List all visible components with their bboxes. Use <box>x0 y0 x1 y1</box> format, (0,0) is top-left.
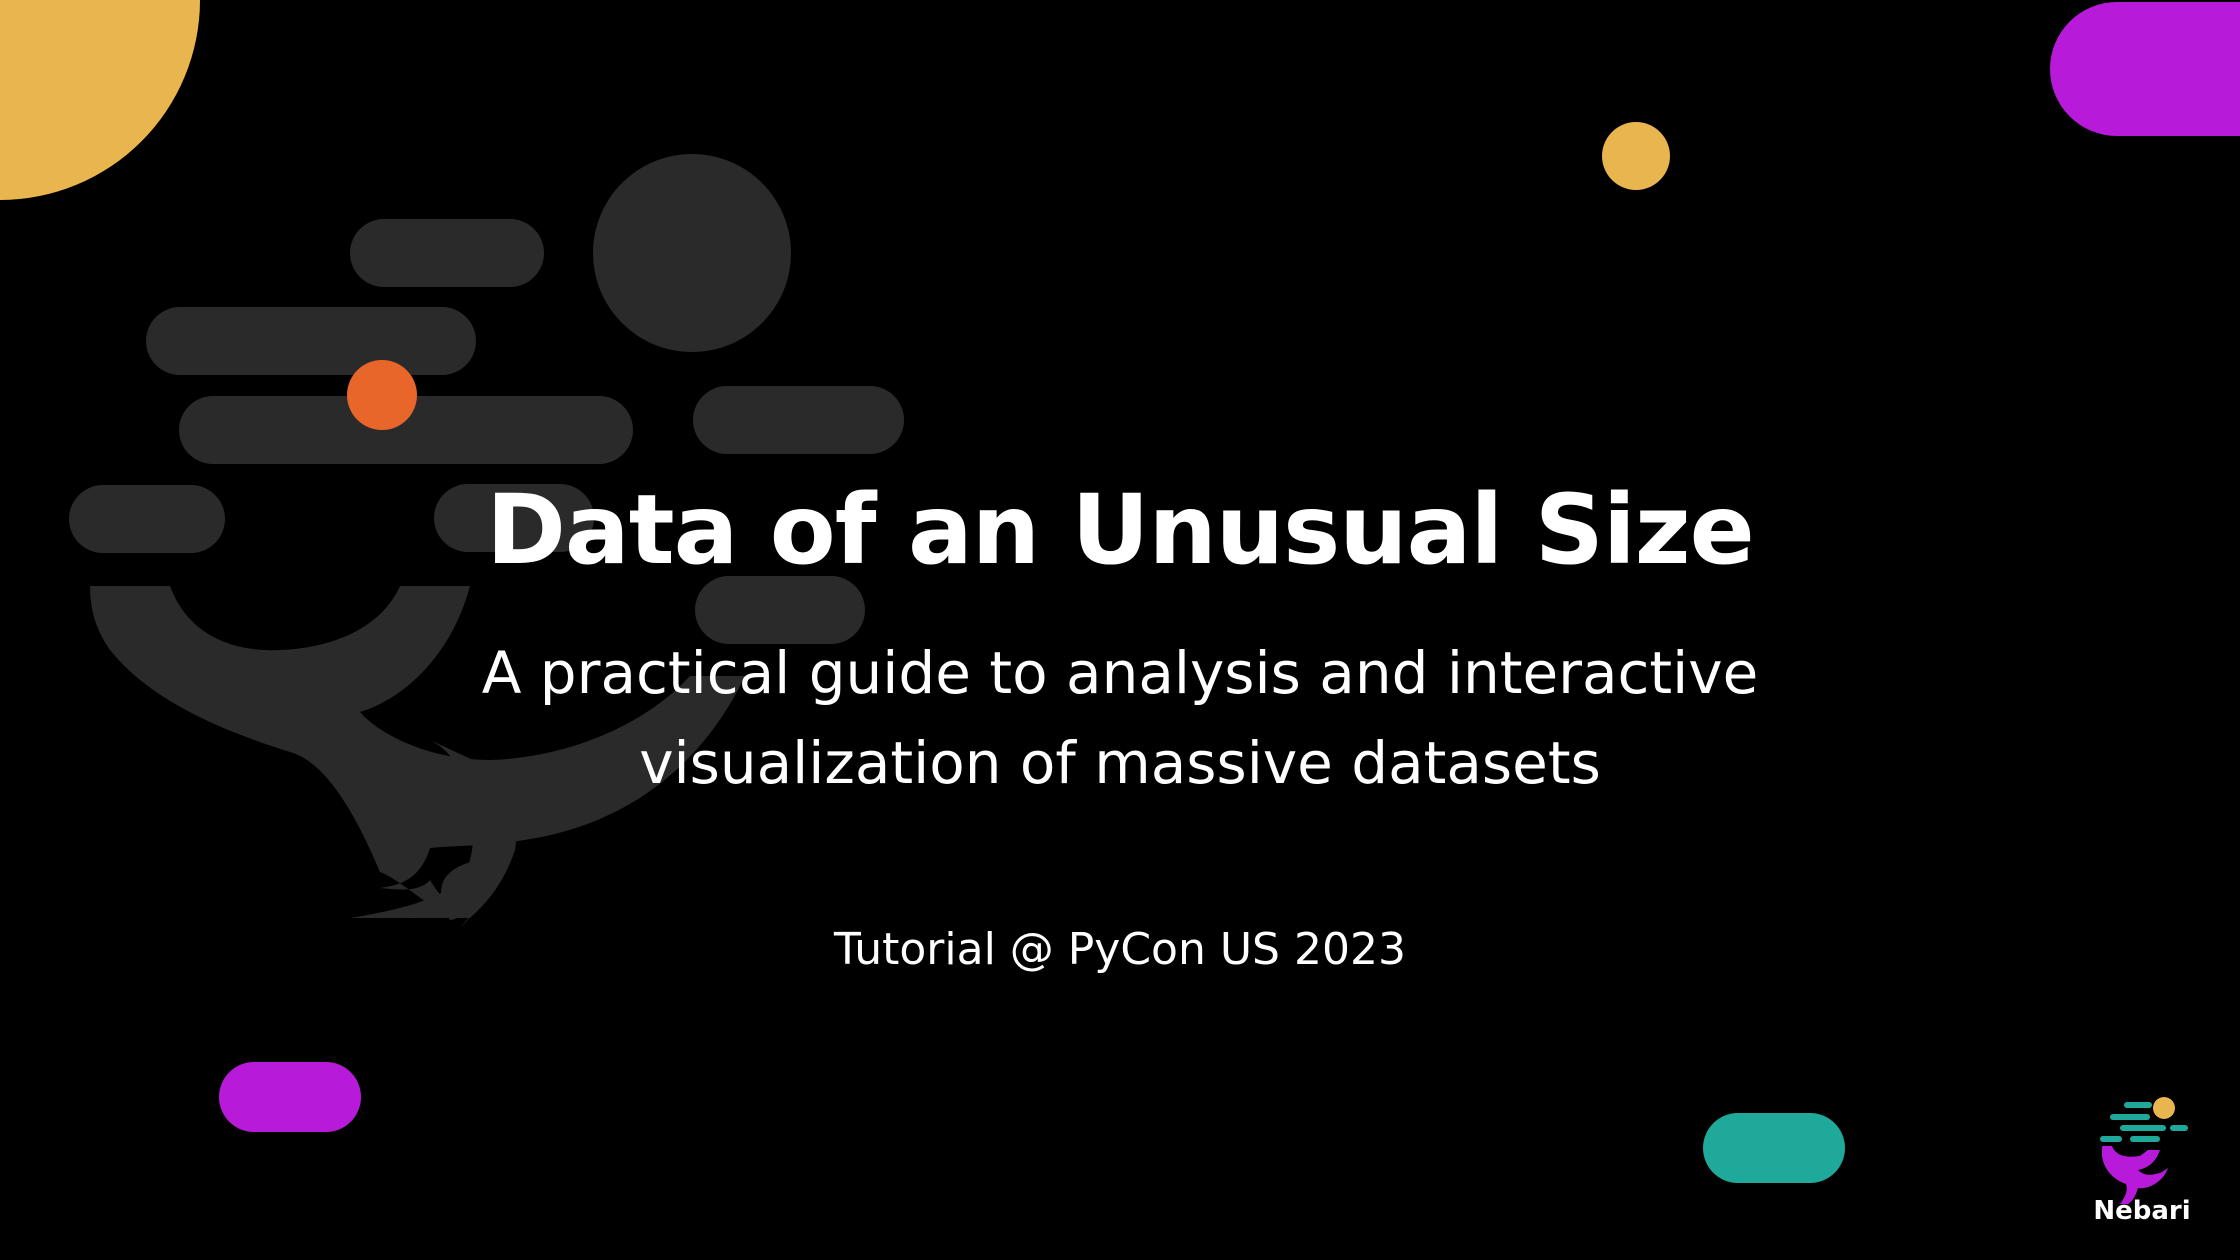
slide-subtitle: A practical guide to analysis and intera… <box>0 628 2240 808</box>
brand-name: Nebari <box>2093 1196 2191 1226</box>
title-slide: Data of an Unusual Size A practical guid… <box>0 0 2240 1260</box>
event-label: Tutorial @ PyCon US 2023 <box>834 924 1406 975</box>
text-content: Data of an Unusual Size A practical guid… <box>0 0 2240 1260</box>
subtitle-line-1: A practical guide to analysis and intera… <box>481 639 1759 707</box>
slide-title: Data of an Unusual Size <box>486 474 1755 586</box>
subtitle-line-2: visualization of massive datasets <box>639 729 1601 797</box>
